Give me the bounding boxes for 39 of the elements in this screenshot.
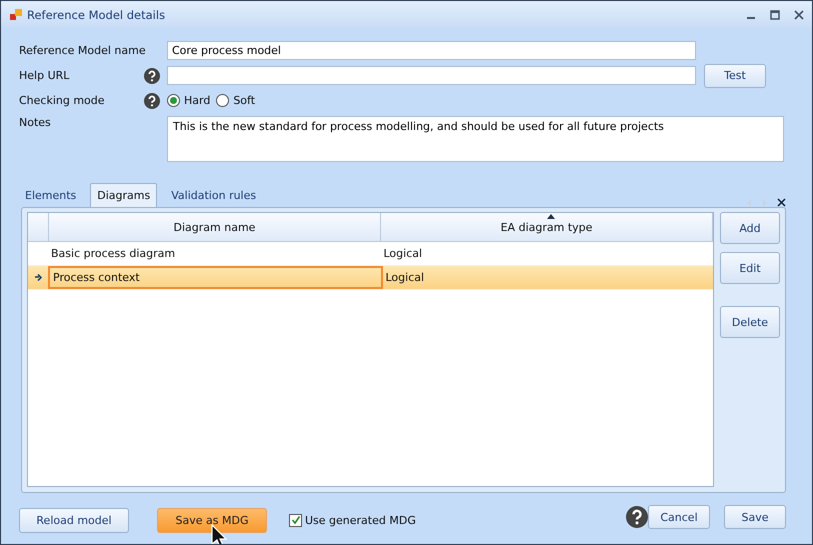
mouse-pointer-icon <box>211 524 229 544</box>
grid-action-button[interactable]: Edit <box>720 252 780 284</box>
table-cell-text: Basic process diagram <box>50 246 176 262</box>
window-title: Reference Model details <box>27 8 166 22</box>
table-row[interactable]: Process context Logical <box>28 266 713 290</box>
use-generated-checkbox[interactable]: Use generated MDG <box>289 514 416 526</box>
field-label: Help URL <box>19 69 70 82</box>
close-icon[interactable] <box>777 198 786 207</box>
maximize-icon[interactable] <box>770 10 780 20</box>
help-icon[interactable] <box>144 92 160 108</box>
test-button[interactable]: Test <box>704 64 766 88</box>
table-cell-text: Logical <box>384 270 426 286</box>
app-icon <box>9 8 23 22</box>
column-header[interactable]: Diagram name <box>49 213 381 241</box>
save-button[interactable]: Save <box>724 505 786 529</box>
help-url-field[interactable] <box>167 66 696 85</box>
close-icon[interactable] <box>794 10 804 20</box>
radio-button[interactable]: Hard <box>167 94 210 107</box>
column-header[interactable]: EA diagram type <box>381 213 713 241</box>
grid-action-button[interactable]: Delete <box>720 306 780 338</box>
radio-button[interactable]: Soft <box>216 94 256 107</box>
help-icon[interactable] <box>144 68 160 84</box>
table-cell: Process context <box>48 266 382 289</box>
field-label: Checking mode <box>19 94 106 107</box>
check-icon <box>290 515 300 525</box>
table-cell-text: Logical <box>382 246 424 262</box>
name-field[interactable]: Core process model <box>167 41 696 60</box>
tab[interactable]: Validation rules <box>165 184 262 207</box>
reload-button[interactable]: Reload model <box>19 508 129 532</box>
tab[interactable]: Diagrams <box>90 183 158 208</box>
row-pointer-icon <box>34 274 42 281</box>
save-as-mdg-button[interactable]: Save as MDG <box>157 508 267 532</box>
notes-field[interactable]: This is the new standard for process modelling, and should be used for all future projects <box>167 116 784 162</box>
tab[interactable]: Elements <box>19 184 82 207</box>
grid-action-button[interactable]: Add <box>720 212 780 244</box>
help-icon[interactable] <box>626 506 648 528</box>
field-label: Notes <box>19 116 52 129</box>
field-label: Reference Model name <box>19 44 147 57</box>
cancel-button[interactable]: Cancel <box>648 505 710 529</box>
